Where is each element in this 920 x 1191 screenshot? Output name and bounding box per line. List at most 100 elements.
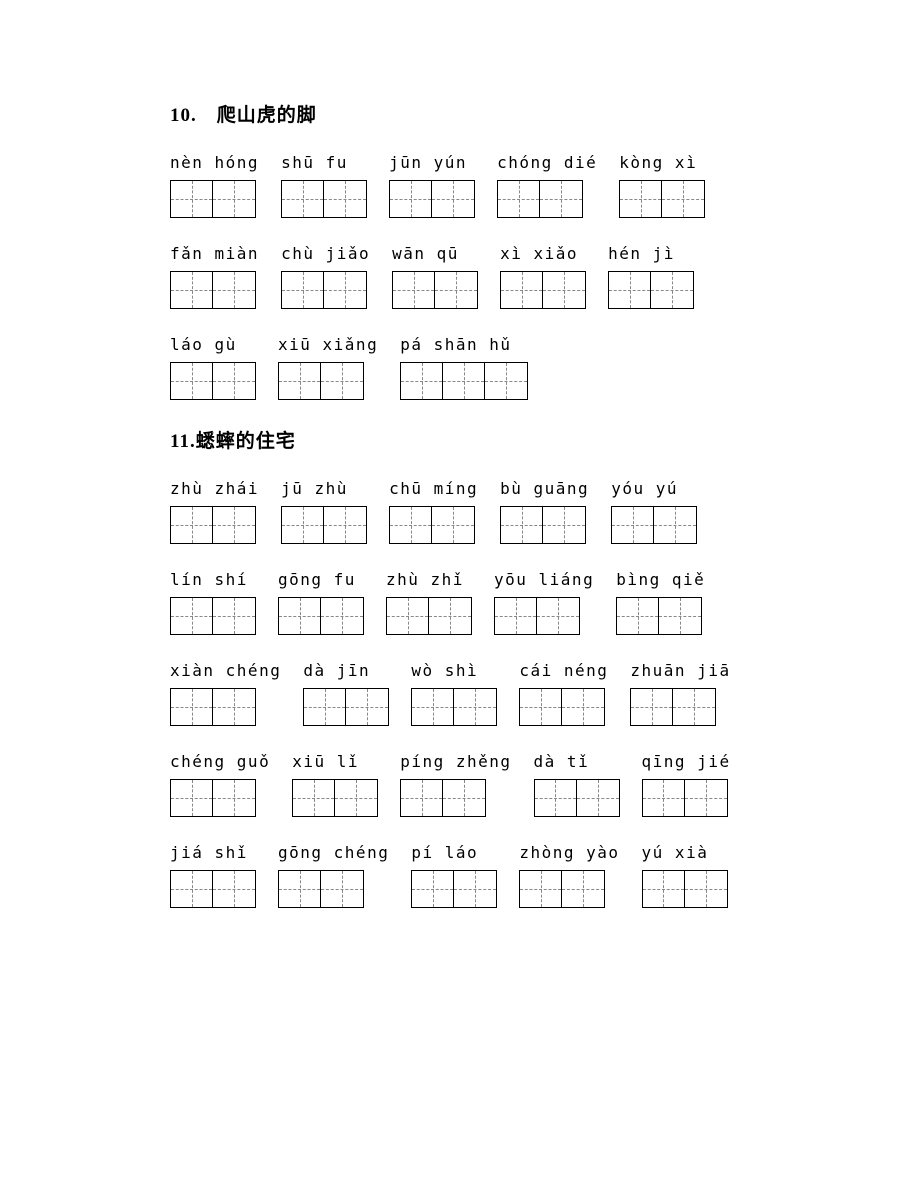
- word-block: chéng guǒ: [170, 752, 270, 817]
- writing-grid: [389, 180, 475, 218]
- writing-grid: [281, 180, 367, 218]
- writing-cell: [577, 780, 619, 816]
- writing-cell: [321, 363, 363, 399]
- pinyin-label: gōng fu: [278, 570, 356, 589]
- word-block: nèn hóng: [170, 153, 259, 218]
- word-block: shū fu: [281, 153, 367, 218]
- writing-cell: [562, 871, 604, 907]
- writing-cell: [171, 272, 213, 308]
- writing-grid: [392, 271, 478, 309]
- writing-cell: [454, 689, 496, 725]
- writing-grid: [170, 180, 256, 218]
- pinyin-label: xiū xiǎng: [278, 335, 378, 354]
- word-block: xì xiǎo: [500, 244, 586, 309]
- section-title: 11.蟋蟀的住宅: [170, 426, 750, 453]
- writing-grid: [500, 506, 586, 544]
- writing-cell: [171, 181, 213, 217]
- writing-grid: [616, 597, 702, 635]
- word-block: zhù zhǐ: [386, 570, 472, 635]
- word-block: pá shān hǔ: [400, 335, 528, 400]
- writing-grid: [400, 362, 528, 400]
- word-block: wān qū: [392, 244, 478, 309]
- writing-grid: [170, 506, 256, 544]
- writing-grid: [494, 597, 580, 635]
- pinyin-label: chù jiǎo: [281, 244, 370, 263]
- writing-cell: [213, 871, 255, 907]
- writing-cell: [213, 272, 255, 308]
- writing-grid: [630, 688, 716, 726]
- writing-cell: [651, 272, 693, 308]
- section-title: 10. 爬山虎的脚: [170, 100, 750, 127]
- word-block: cái néng: [519, 661, 608, 726]
- writing-grid: [500, 271, 586, 309]
- pinyin-label: láo gù: [170, 335, 237, 354]
- pinyin-label: pí láo: [411, 843, 478, 862]
- pinyin-label: xì xiǎo: [500, 244, 578, 263]
- writing-grid: [519, 688, 605, 726]
- writing-cell: [609, 272, 651, 308]
- writing-cell: [321, 598, 363, 634]
- worksheet-content: 10. 爬山虎的脚nèn hóngshū fujūn yúnchóng diék…: [170, 100, 750, 908]
- writing-cell: [282, 272, 324, 308]
- writing-grid: [170, 362, 256, 400]
- writing-grid: [519, 870, 605, 908]
- word-block: chóng dié: [497, 153, 597, 218]
- pinyin-label: lín shí: [170, 570, 248, 589]
- word-block: chù jiǎo: [281, 244, 370, 309]
- writing-grid: [278, 597, 364, 635]
- writing-cell: [282, 507, 324, 543]
- writing-cell: [443, 363, 485, 399]
- pinyin-label: wān qū: [392, 244, 459, 263]
- writing-cell: [562, 689, 604, 725]
- writing-cell: [171, 507, 213, 543]
- writing-cell: [443, 780, 485, 816]
- writing-cell: [171, 363, 213, 399]
- writing-cell: [501, 507, 543, 543]
- writing-grid: [170, 870, 256, 908]
- word-block: pí láo: [411, 843, 497, 908]
- writing-cell: [498, 181, 540, 217]
- pinyin-label: xiàn chéng: [170, 661, 281, 680]
- writing-cell: [659, 598, 701, 634]
- writing-cell: [432, 181, 474, 217]
- word-block: xiàn chéng: [170, 661, 281, 726]
- writing-cell: [643, 871, 685, 907]
- pinyin-label: qīng jié: [642, 752, 731, 771]
- writing-cell: [171, 689, 213, 725]
- writing-cell: [279, 363, 321, 399]
- writing-cell: [535, 780, 577, 816]
- pinyin-label: hén jì: [608, 244, 675, 263]
- writing-cell: [324, 272, 366, 308]
- writing-cell: [390, 181, 432, 217]
- word-block: láo gù: [170, 335, 256, 400]
- word-block: bìng qiě: [616, 570, 705, 635]
- word-row: fǎn miànchù jiǎowān qūxì xiǎohén jì: [170, 244, 750, 309]
- pinyin-label: zhù zhái: [170, 479, 259, 498]
- writing-cell: [387, 598, 429, 634]
- pinyin-label: shū fu: [281, 153, 348, 172]
- writing-cell: [401, 363, 443, 399]
- writing-cell: [620, 181, 662, 217]
- word-block: zhù zhái: [170, 479, 259, 544]
- writing-cell: [213, 780, 255, 816]
- word-block: xiū lǐ: [292, 752, 378, 817]
- writing-cell: [304, 689, 346, 725]
- word-block: gōng fu: [278, 570, 364, 635]
- pinyin-label: zhòng yào: [519, 843, 619, 862]
- writing-grid: [170, 779, 256, 817]
- pinyin-label: cái néng: [519, 661, 608, 680]
- writing-cell: [540, 181, 582, 217]
- pinyin-label: bù guāng: [500, 479, 589, 498]
- writing-cell: [435, 272, 477, 308]
- writing-cell: [685, 871, 727, 907]
- word-block: jū zhù: [281, 479, 367, 544]
- writing-grid: [386, 597, 472, 635]
- writing-cell: [412, 871, 454, 907]
- word-block: lín shí: [170, 570, 256, 635]
- pinyin-label: jū zhù: [281, 479, 348, 498]
- writing-cell: [520, 871, 562, 907]
- pinyin-label: píng zhěng: [400, 752, 511, 771]
- writing-cell: [171, 780, 213, 816]
- writing-cell: [432, 507, 474, 543]
- pinyin-label: pá shān hǔ: [400, 335, 511, 354]
